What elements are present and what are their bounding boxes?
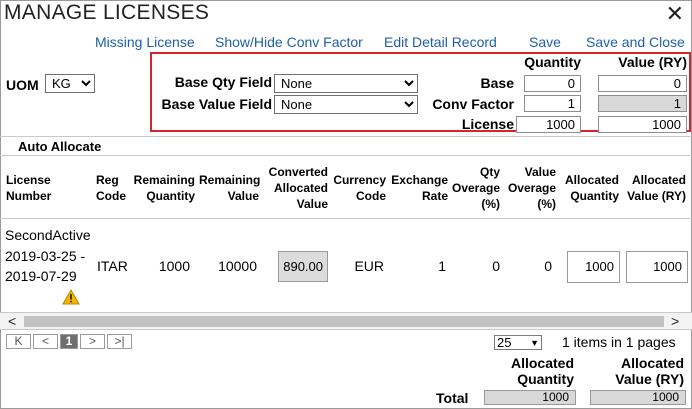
base-quantity-input[interactable]: 0 (524, 75, 581, 92)
license-number-line2: 2019-03-25 - (5, 248, 86, 264)
horizontal-scrollbar[interactable]: < > (0, 312, 692, 330)
license-number-line1: SecondActive (5, 227, 91, 243)
last-page-button[interactable]: >| (107, 334, 132, 349)
scroll-left-icon[interactable]: < (8, 313, 16, 329)
total-value-field: 1000 (590, 390, 686, 405)
conv-factor-row-label: Conv Factor (432, 96, 514, 112)
grid-header: License Number Reg Code Remaining Quanti… (0, 155, 692, 219)
col-license-number[interactable]: License Number (6, 156, 86, 220)
allocated-value-input[interactable]: 1000 (626, 251, 688, 283)
total-allocated-quantity-header: Allocated Quantity (510, 355, 574, 387)
remaining-quantity-cell: 1000 (158, 258, 190, 274)
col-remaining-value[interactable]: Remaining Value (199, 156, 260, 220)
warning-icon (62, 288, 80, 308)
total-allocated-value-header: Allocated Value (RY) (615, 355, 684, 387)
value-ry-header: Value (RY) (618, 54, 687, 70)
license-quantity-input[interactable]: 1000 (516, 116, 581, 133)
scroll-right-icon[interactable]: > (671, 313, 679, 329)
base-value-field-select[interactable]: None (274, 95, 418, 114)
pager-summary: 1 items in 1 pages (562, 334, 676, 350)
page-size-select[interactable]: 25 ▼ (494, 335, 542, 350)
license-row-label: License (461, 116, 514, 132)
col-currency-code[interactable]: Currency Code (332, 156, 386, 220)
close-icon[interactable]: ✕ (666, 1, 684, 27)
col-reg-code[interactable]: Reg Code (96, 156, 128, 220)
show-hide-conv-factor-link[interactable]: Show/Hide Conv Factor (215, 34, 363, 50)
uom-label: UOM (6, 77, 39, 93)
reg-code-cell: ITAR (97, 258, 128, 274)
uom-select[interactable]: KG (45, 74, 95, 93)
edit-detail-record-link[interactable]: Edit Detail Record (384, 34, 497, 50)
prev-page-button[interactable]: < (33, 334, 58, 349)
chevron-down-icon: ▼ (530, 338, 539, 348)
dialog-title: MANAGE LICENSES (4, 1, 210, 24)
exchange-rate-cell: 1 (438, 258, 446, 274)
col-converted-allocated-value[interactable]: Converted Allocated Value (264, 156, 328, 220)
next-page-button[interactable]: > (80, 334, 105, 349)
license-number-line3: 2019-07-29 (5, 268, 77, 284)
section-divider (0, 136, 692, 137)
pager: K < 1 > >| (6, 334, 134, 350)
quantity-header: Quantity (524, 54, 581, 70)
scrollbar-thumb[interactable] (24, 316, 664, 327)
license-value-input[interactable]: 1000 (598, 116, 687, 133)
base-value-field-label: Base Value Field (161, 96, 273, 112)
remaining-value-cell: 10000 (218, 258, 257, 274)
base-qty-field-select[interactable]: None (274, 74, 418, 93)
conv-factor-quantity-input[interactable]: 1 (524, 95, 581, 112)
missing-license-link[interactable]: Missing License (95, 34, 195, 50)
col-allocated-quantity[interactable]: Allocated Quantity (560, 156, 619, 220)
col-value-overage[interactable]: Value Overage (%) (504, 156, 556, 220)
value-overage-cell: 0 (544, 258, 552, 274)
allocated-quantity-input[interactable]: 1000 (567, 251, 620, 283)
first-page-button[interactable]: K (6, 334, 31, 349)
save-and-close-link[interactable]: Save and Close (586, 34, 685, 50)
base-value-input[interactable]: 0 (598, 75, 687, 92)
total-label: Total (436, 390, 469, 406)
col-qty-overage[interactable]: Qty Overage (%) (452, 156, 500, 220)
col-allocated-value-ry[interactable]: Allocated Value (RY) (622, 156, 686, 220)
col-exchange-rate[interactable]: Exchange Rate (390, 156, 448, 220)
conv-factor-value-field: 1 (598, 95, 687, 112)
qty-overage-cell: 0 (492, 258, 500, 274)
converted-allocated-value-field: 890.00 (278, 251, 328, 282)
save-link[interactable]: Save (529, 34, 561, 50)
current-page-button[interactable]: 1 (60, 334, 78, 349)
base-row-label: Base (480, 75, 514, 91)
base-qty-field-label: Base Qty Field (174, 74, 272, 90)
auto-allocate-button[interactable]: Auto Allocate (18, 139, 101, 154)
col-remaining-quantity[interactable]: Remaining Quantity (133, 156, 195, 220)
currency-code-cell: EUR (354, 258, 384, 274)
total-quantity-field: 1000 (484, 390, 576, 405)
